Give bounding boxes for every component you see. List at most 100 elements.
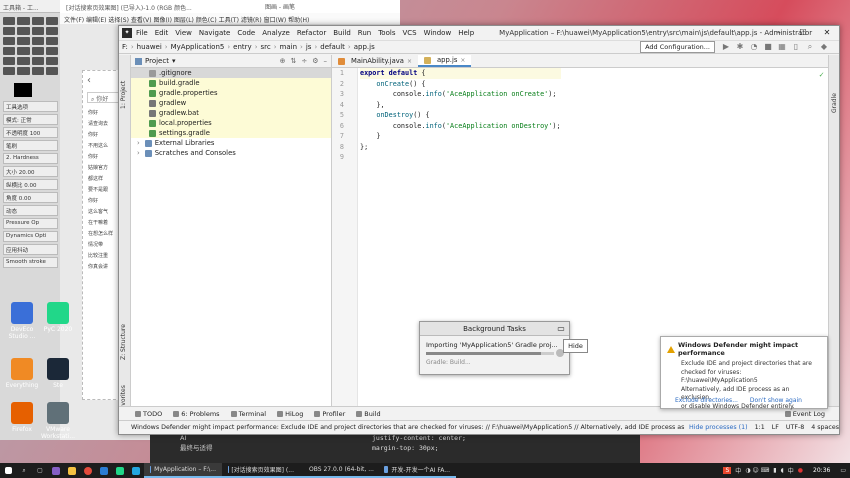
desktop-icon[interactable]: VMware Workstati... [40,402,76,440]
tree-item[interactable]: gradlew [131,98,331,108]
code-lines[interactable]: export default { onCreate() { console.in… [360,68,561,163]
dont-show-again-link[interactable]: Don't show again [750,397,802,404]
menu-item[interactable]: Edit [155,29,169,37]
menu-item[interactable]: Analyze [262,29,290,37]
project-view-selector[interactable]: Project [145,57,169,65]
code-line[interactable] [360,152,561,163]
desktop-icon[interactable]: Ste [40,358,76,389]
line-separator[interactable]: LF [772,424,779,431]
volume-icon[interactable]: ◖ [781,467,784,474]
chevron-down-icon[interactable]: ▾ [172,57,176,65]
tool-option-row[interactable]: 角度 0.00 [3,192,58,203]
add-configuration-button[interactable]: Add Configuration... [640,41,715,53]
tool-option-row[interactable]: Dynamics Opti [3,231,58,242]
tool-option-row[interactable]: Smooth stroke [3,257,58,268]
bottom-tab[interactable]: 6: Problems [173,410,220,418]
gear-icon[interactable]: ⚙ [312,57,318,65]
exclude-directories-link[interactable]: Exclude directories... [675,397,738,404]
tab-gradle[interactable]: Gradle [831,93,838,113]
tree-item[interactable]: › External Libraries [131,138,331,148]
foreground-color-swatch[interactable] [14,83,32,97]
menu-item[interactable]: Tools [378,29,395,37]
hide-icon[interactable]: ▭ [556,324,566,334]
editor-tab[interactable]: MainAbility.java × [332,55,418,67]
expand-all-icon[interactable]: ÷ [301,57,307,65]
tool-option-row[interactable]: 动态 [3,205,58,216]
taskbar-window[interactable]: 开发-开发一个AI FA... [378,463,456,478]
breadcrumb-item[interactable]: main [280,43,298,51]
network-icon[interactable]: ▮ [773,467,776,474]
tool-option-row[interactable]: Pressure Op [3,218,58,229]
bottom-tab[interactable]: HiLog [277,410,303,418]
desktop-icon[interactable]: DevEco Studio ... [4,302,40,340]
expand-arrow-icon[interactable]: › [137,139,140,147]
bottom-tab[interactable]: TODO [135,410,162,418]
gimp-tool-grid[interactable] [0,13,61,79]
code-line[interactable]: onDestroy() { [360,110,561,121]
clock[interactable]: 20:36 [813,467,830,474]
security-icon[interactable]: ● [798,467,803,474]
menu-item[interactable]: VCS [402,29,416,37]
desktop-icon[interactable]: Firefox [4,402,40,433]
menu-item[interactable]: Code [237,29,255,37]
tree-item[interactable]: › Scratches and Consoles [131,148,331,158]
task-view-icon[interactable]: ▢ [32,463,48,478]
close-icon[interactable]: ✕ [815,26,839,40]
collapse-all-icon[interactable]: ⇅ [290,57,296,65]
tool-option-row[interactable]: 纵横比 0.00 [3,179,58,190]
desktop-icon[interactable]: PyC 2020 [40,302,76,333]
taskbar-window[interactable]: [对话搜索页效果图] (... [222,463,300,478]
breadcrumb-item[interactable]: huawei [137,43,162,51]
caret-position[interactable]: 1:1 [755,424,765,431]
search-icon[interactable]: ⌕ [805,42,815,52]
breadcrumb-item[interactable]: MyApplication5 [171,43,225,51]
menu-item[interactable]: File [136,29,148,37]
code-line[interactable]: } [360,131,561,142]
start-icon[interactable] [0,463,16,478]
breadcrumb-item[interactable]: js [306,43,312,51]
bottom-tab[interactable]: Terminal [230,410,266,418]
tool-option-row[interactable]: 笔刷 [3,140,58,151]
app-icon[interactable] [128,463,144,478]
tool-option-row[interactable]: 不透明度 100 [3,127,58,138]
taskbar-window[interactable]: OBS 27.0.0 (64-bit, ... [300,463,378,478]
tree-item[interactable]: gradlew.bat [131,108,331,118]
menu-item[interactable]: Help [458,29,474,37]
input-language[interactable]: 中 [735,466,741,475]
input-method-icon[interactable]: S [723,467,732,474]
code-line[interactable]: console.info('AceApplication onDestroy')… [360,121,561,132]
run-icon[interactable]: ▶ [721,42,731,52]
breadcrumb-item[interactable]: app.js [354,43,375,51]
ime-icon[interactable]: 中 [788,466,794,475]
taskbar-window[interactable]: MyApplication – F:\... [144,463,222,478]
menu-item[interactable]: View [175,29,192,37]
device-manager-icon[interactable]: ▯ [791,42,801,52]
tray-icons[interactable]: ◑ ☺ ⌨ [745,467,769,474]
locate-icon[interactable]: ⊕ [280,57,286,65]
menu-item[interactable]: Refactor [297,29,326,37]
breadcrumb-item[interactable]: src [261,43,271,51]
tool-option-row[interactable]: 模式: 正常 [3,114,58,125]
menu-item[interactable]: Run [358,29,371,37]
inspection-ok-icon[interactable]: ✓ [819,70,824,79]
breadcrumb-item[interactable]: entry [233,43,252,51]
close-tab-icon[interactable]: × [460,57,465,64]
hide-panel-icon[interactable]: – [324,57,328,65]
coverage-icon[interactable]: ◔ [749,42,759,52]
ide-logo-small-icon[interactable]: ◆ [819,42,829,52]
sdk-manager-icon[interactable]: ▦ [777,42,787,52]
hide-processes-link[interactable]: Hide processes (1) [689,424,748,431]
editor-tab[interactable]: app.js × [418,55,472,67]
pycharm-icon[interactable] [112,463,128,478]
media-player-icon[interactable] [96,463,112,478]
bottom-tab[interactable]: Profiler [314,410,345,418]
file-encoding[interactable]: UTF-8 [786,424,804,431]
breadcrumb-item[interactable]: F: [122,43,128,51]
file-explorer-icon[interactable] [64,463,80,478]
tree-item[interactable]: settings.gradle [131,128,331,138]
bottom-tab[interactable]: Build [356,410,381,418]
search-icon[interactable]: ⌕ [16,463,32,478]
tree-item[interactable]: local.properties [131,118,331,128]
debug-icon[interactable]: ✱ [735,42,745,52]
tree-item[interactable]: .gitignore [131,68,331,78]
